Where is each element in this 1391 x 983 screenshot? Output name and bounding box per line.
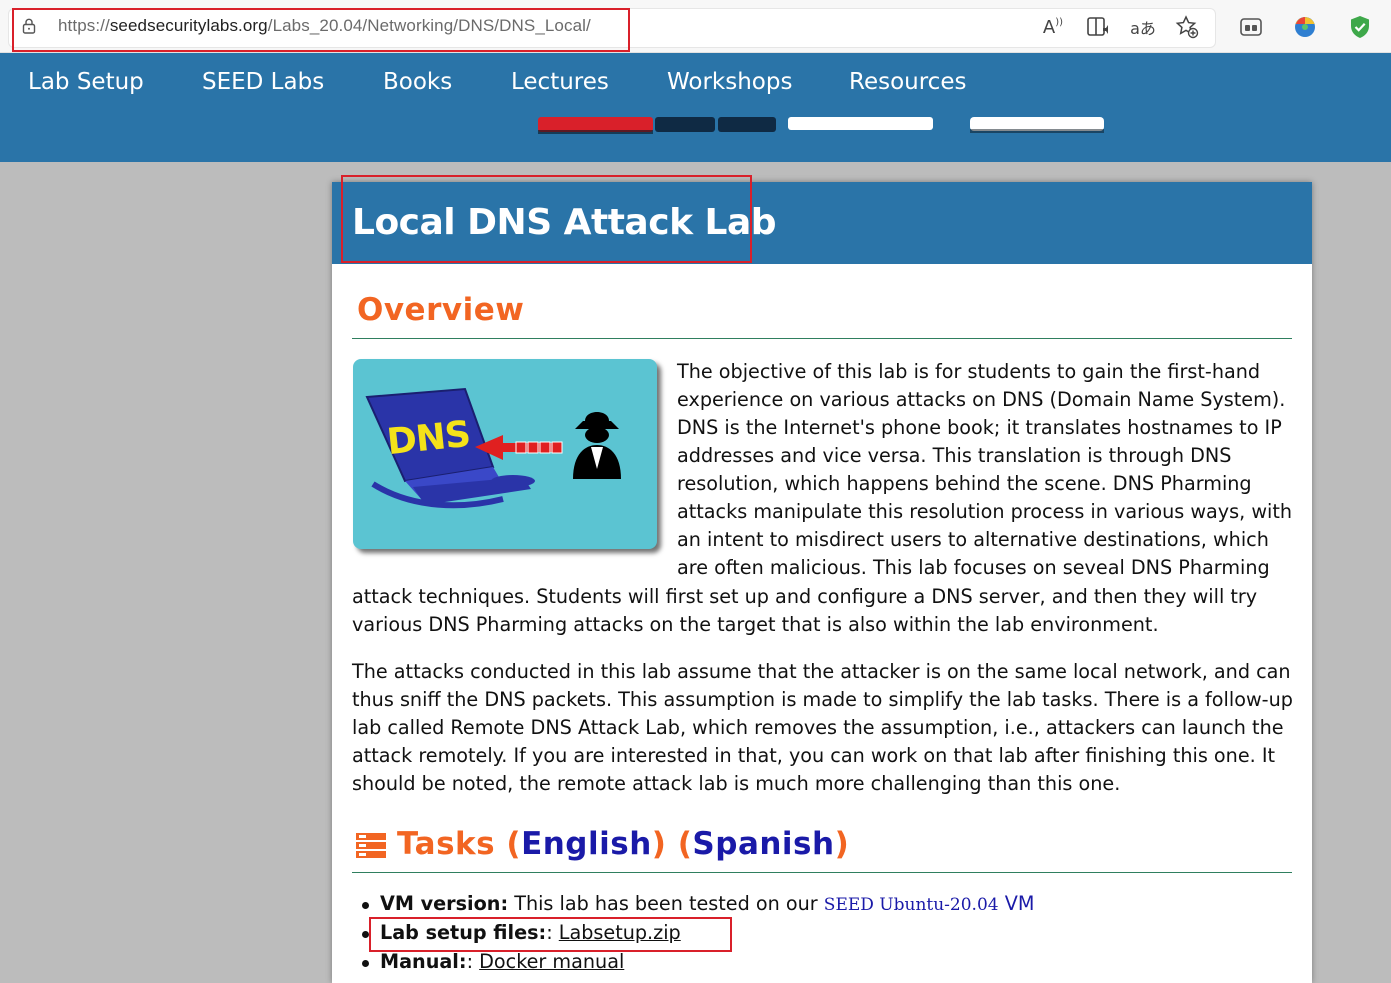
collections-icon[interactable] <box>1238 14 1264 40</box>
overview-line: addresses and vice versa. This translati… <box>677 444 1232 467</box>
assumption-paragraph: The attacks conducted in this lab assume… <box>352 658 1293 798</box>
assumption-line: thus sniff the DNS packets. This assumpt… <box>352 688 1293 711</box>
seed-labs-logo-partial <box>538 117 1104 134</box>
site-nav-bar: Lab Setup SEED Labs Books Lectures Works… <box>0 53 1391 117</box>
nav-lab-setup[interactable]: Lab Setup <box>28 69 144 95</box>
overview-line: attack techniques. Students will first s… <box>352 585 1258 608</box>
lab-content-card: Local DNS Attack Lab Overview DNS The ob… <box>332 175 1312 983</box>
assumption-line: attack remotely. If you are interested i… <box>352 744 1276 767</box>
seed-vm-link-suffix[interactable]: VM <box>999 892 1035 915</box>
dns-image-text: DNS <box>385 413 472 464</box>
bullet-dot <box>362 960 369 967</box>
immersive-reader-icon[interactable] <box>1085 14 1111 40</box>
list-item: Manual:: Docker manual <box>362 950 1034 979</box>
url-highlight-box <box>12 8 630 52</box>
dns-attack-illustration: DNS <box>353 359 657 549</box>
site-logo-banner <box>0 117 1391 162</box>
assumption-line: The attacks conducted in this lab assume… <box>352 660 1291 683</box>
paren-close: ) <box>651 826 667 862</box>
paren-open: ( <box>506 826 522 862</box>
docker-manual-link[interactable]: Docker manual <box>479 950 624 973</box>
tasks-spanish-link[interactable]: Spanish <box>692 826 834 862</box>
overview-line: The objective of this lab is for student… <box>677 360 1261 383</box>
paren-open: ( <box>677 826 693 862</box>
tasks-heading: Tasks (English) (Spanish) <box>397 826 849 862</box>
setup-files-highlight-box <box>369 917 732 952</box>
title-highlight-box <box>341 175 752 263</box>
overview-heading: Overview <box>357 292 525 328</box>
add-favorite-icon[interactable] <box>1174 14 1200 40</box>
profile-icon[interactable] <box>1292 14 1318 40</box>
overview-line: resolution, which happens behind the sce… <box>677 472 1252 495</box>
vm-version-label: VM version: <box>380 892 509 915</box>
bullet-dot <box>362 931 369 938</box>
translate-glyph: aあ <box>1130 19 1156 38</box>
paren-close: ) <box>834 826 850 862</box>
nav-lectures[interactable]: Lectures <box>511 69 609 95</box>
read-aloud-glyph: A <box>1042 16 1056 38</box>
overview-line: attacks manipulate this resolution proce… <box>677 500 1293 523</box>
overview-text-beside-image: The objective of this lab is for student… <box>677 358 1292 582</box>
tasks-list-icon <box>356 833 386 858</box>
overview-text-wrap: attack techniques. Students will first s… <box>352 583 1257 639</box>
seed-vm-link[interactable]: SEED Ubuntu-20.04 <box>824 895 999 915</box>
nav-seed-labs[interactable]: SEED Labs <box>202 69 324 95</box>
overview-divider <box>352 338 1292 339</box>
tasks-divider <box>352 872 1292 873</box>
browser-toolbar: https://seedsecuritylabs.org/Labs_20.04/… <box>0 0 1391 53</box>
overview-line: are often malicious. This lab focuses on… <box>677 556 1270 579</box>
tasks-label: Tasks <box>397 826 496 862</box>
vm-version-text: This lab has been tested on our <box>508 892 824 915</box>
bullet-dot <box>362 902 369 909</box>
assumption-line: lab called Remote DNS Attack Lab, which … <box>352 716 1284 739</box>
nav-workshops[interactable]: Workshops <box>667 69 792 95</box>
nav-resources[interactable]: Resources <box>849 69 966 95</box>
nav-books[interactable]: Books <box>383 69 452 95</box>
overview-line: an intent to misdirect users to alternat… <box>677 528 1269 551</box>
manual-sep: : <box>466 950 480 973</box>
tasks-english-link[interactable]: English <box>521 826 652 862</box>
assumption-line: should be noted, the remote attack lab i… <box>352 772 1121 795</box>
manual-label: Manual: <box>380 950 467 973</box>
overview-line: DNS is the Internet's phone book; it tra… <box>677 416 1282 439</box>
read-aloud-icon[interactable]: A)) <box>1040 14 1066 40</box>
overview-line: various DNS Pharming attacks on the targ… <box>352 613 1159 636</box>
translate-icon[interactable]: aあ <box>1128 14 1158 40</box>
overview-line: experience on various attacks on DNS (Do… <box>677 388 1286 411</box>
shield-extension-icon[interactable] <box>1347 14 1373 40</box>
